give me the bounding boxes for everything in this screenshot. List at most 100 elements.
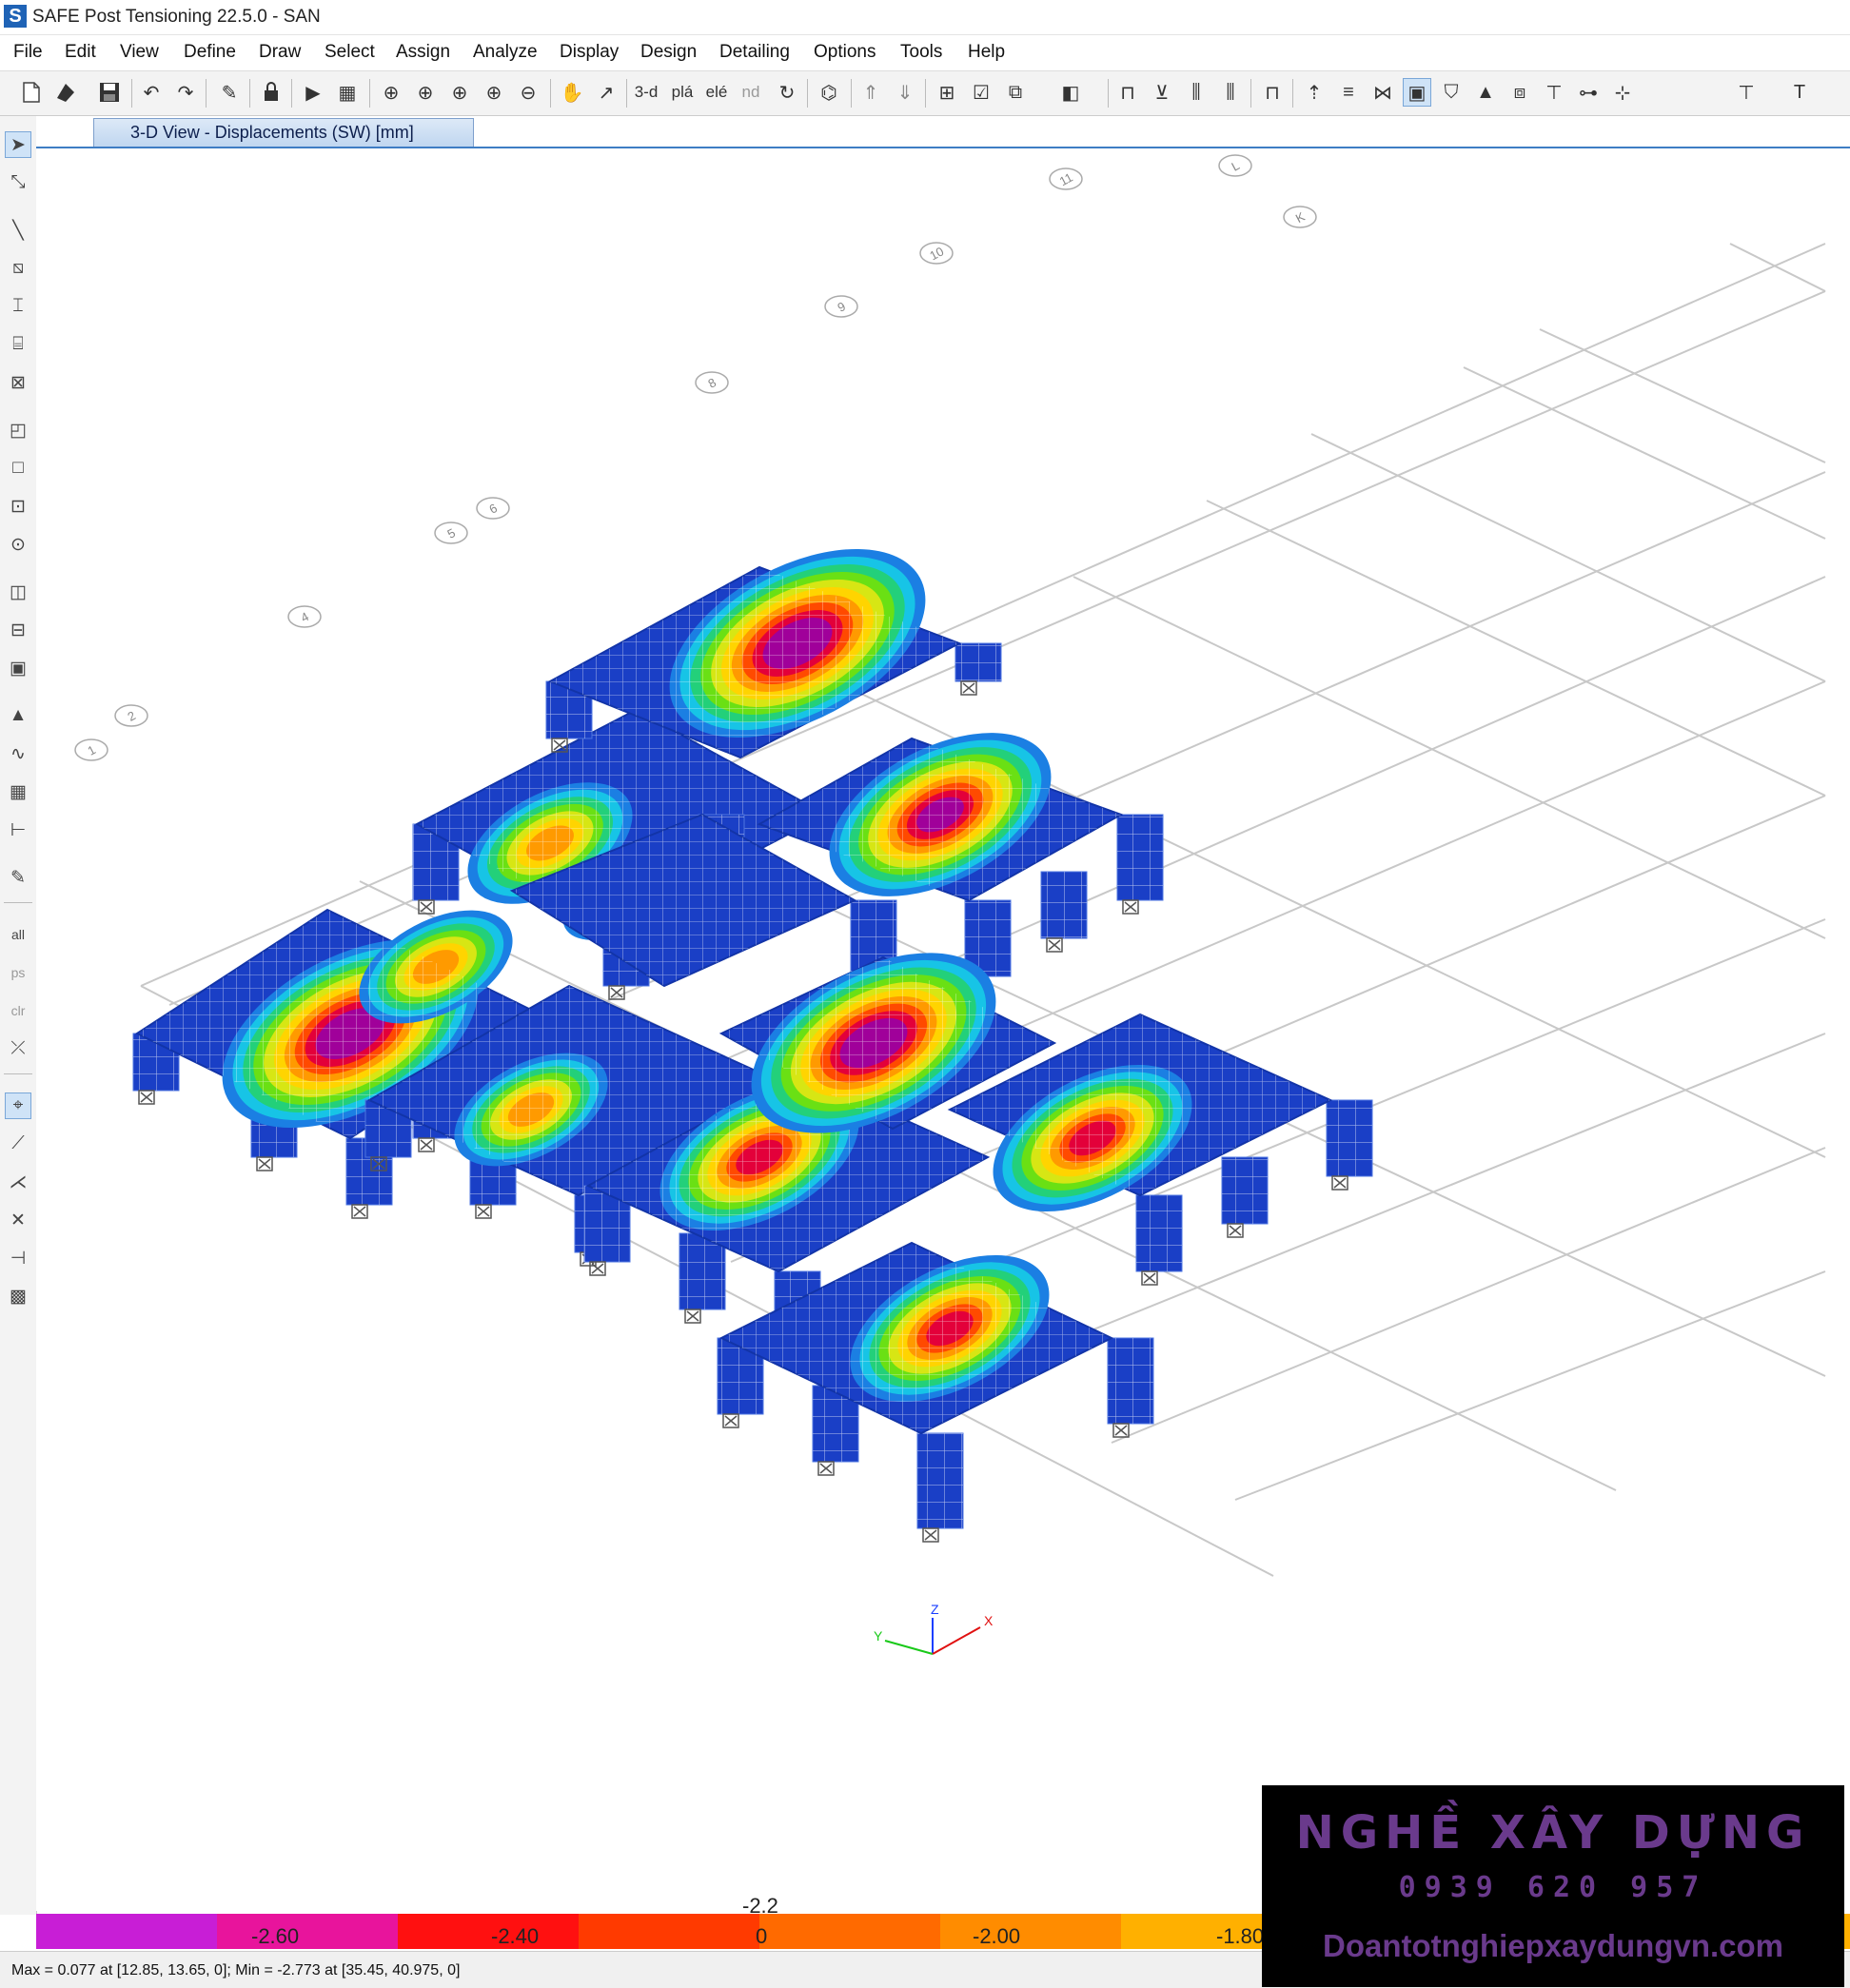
menu-view[interactable]: View [120,42,159,63]
table-icon[interactable]: ⊹ [1608,78,1637,107]
3d-view-icon[interactable]: 3-d [632,78,660,107]
draw-opening-icon[interactable]: ⊙ [5,531,31,558]
snap-intersection-icon[interactable]: ⋌ [5,1169,31,1195]
refresh-icon[interactable]: ✎ [215,78,244,107]
save-icon[interactable] [95,78,124,107]
watermark-phone: 0939 620 957 [1398,1871,1708,1904]
menu-assign[interactable]: Assign [396,42,450,63]
draw-support-icon[interactable]: ▲ [5,702,31,729]
shell-icon[interactable]: ▣ [1403,78,1431,107]
legend-swatch-1 [36,1914,217,1949]
open-icon[interactable] [51,78,80,107]
snap-line-icon[interactable]: ⟋ [5,1131,31,1157]
beam-icon[interactable]: ⋈ [1368,78,1397,107]
draw-column-icon[interactable]: ◫ [5,579,31,605]
column-shape-icon[interactable]: ⊤ [1732,78,1761,107]
menu-edit[interactable]: Edit [65,42,96,63]
menu-display[interactable]: Display [560,42,619,63]
clear-selection-icon[interactable]: clr [5,997,31,1024]
rotate-icon[interactable]: ↻ [773,78,801,107]
draw-wall-icon[interactable]: ⌸ [5,331,31,358]
svg-text:X: X [984,1613,994,1628]
draw-dimension-icon[interactable]: ⊢ [5,817,31,843]
draw-line-icon[interactable]: ╲ [5,217,31,244]
menu-file[interactable]: File [13,42,43,63]
glasses-icon[interactable]: ⌬ [815,78,843,107]
menu-design[interactable]: Design [640,42,697,63]
legend-tick-1: -2.60 [251,1924,300,1948]
menu-define[interactable]: Define [184,42,236,63]
elevation-view-icon[interactable]: elé [702,78,731,107]
select-previous-icon[interactable]: ps [5,959,31,986]
set-display-icon[interactable]: ☑ [967,78,995,107]
menu-draw[interactable]: Draw [259,42,301,63]
menu-detailing[interactable]: Detailing [719,42,790,63]
reshape-icon[interactable]: ⤡ [5,169,31,196]
move-down-icon[interactable]: ⇓ [891,78,919,107]
draw-area-icon[interactable]: ◰ [5,417,31,443]
menu-select[interactable]: Select [325,42,375,63]
design-icon[interactable]: ⊶ [1574,78,1603,107]
draw-tendon-icon[interactable]: ∿ [5,740,31,767]
lock-icon[interactable] [257,78,285,107]
tab-3d-view[interactable]: 3-D View - Displacements (SW) [mm] [93,118,474,147]
tendon-icon[interactable]: ⫼ [1216,78,1245,107]
draw-beam-window-icon[interactable]: ⌶ [5,293,31,320]
main-toolbar: ↶ ↷ ✎ ▶ ▦ ⊕ ⊕ ⊕ ⊕ ⊖ ✋ ↗ 3-d plá elé nd ↻… [0,70,1850,116]
snap-perpendicular-icon[interactable]: ✕ [5,1207,31,1233]
object-shrink-icon[interactable]: ⊞ [933,78,961,107]
pointer-icon[interactable]: ↗ [592,78,620,107]
draw-beam-icon[interactable]: ⧅ [5,255,31,282]
menu-options[interactable]: Options [814,42,876,63]
grid-bubble-9: 9 [824,295,858,318]
load-arrow-icon[interactable]: ⇡ [1300,78,1328,107]
legend-tick-2: -2.40 [491,1924,540,1948]
snap-grid-icon[interactable]: ▩ [5,1283,31,1309]
supports-icon[interactable]: ⊻ [1148,78,1176,107]
pan-icon[interactable]: ✋ [558,78,586,107]
watermark-title: NGHỀ XÂY DỰNG [1295,1806,1811,1860]
column-icon[interactable]: ⊓ [1258,78,1287,107]
object-fill-icon[interactable]: ◧ [1056,78,1085,107]
undo-icon[interactable]: ↶ [137,78,166,107]
select-pointer-icon[interactable]: ➤ [5,131,31,158]
forces-icon[interactable]: ⧈ [1506,78,1534,107]
menu-tools[interactable]: Tools [900,42,942,63]
deformed-icon[interactable]: ⛉ [1437,78,1466,107]
select-all-icon[interactable]: all [5,921,31,948]
new-file-icon[interactable] [17,78,46,107]
view-options-icon[interactable]: ⧉ [1001,78,1030,107]
move-up-icon[interactable]: ⇑ [856,78,885,107]
strip-icon[interactable]: ⫼ [1182,78,1210,107]
zoom-in-icon[interactable]: ⊕ [480,78,508,107]
frame-icon[interactable]: ⊓ [1113,78,1142,107]
intersecting-line-icon[interactable]: ⤫ [5,1035,31,1062]
draw-rectangle-icon[interactable]: □ [5,455,31,482]
model-viewport[interactable]: 1245689101112LK Z Y X [36,148,1850,1911]
stress-icon[interactable]: ⊤ [1540,78,1568,107]
grid-bubble-6: 6 [476,497,510,520]
watermark-url: Doantotnghiepxaydungvn.com [1322,1928,1783,1963]
nd-view-icon[interactable]: nd [737,78,765,107]
draw-drop-icon[interactable]: ⊟ [5,617,31,643]
zoom-window-icon[interactable]: ⊕ [377,78,405,107]
snap-middle-icon[interactable]: ⊣ [5,1245,31,1271]
draw-rectangle-window-icon[interactable]: ⊡ [5,493,31,520]
zoom-previous-icon[interactable]: ⊕ [445,78,474,107]
draw-mesh-icon[interactable]: ▦ [5,778,31,805]
snap-point-icon[interactable]: ⌖ [5,1092,31,1119]
redo-icon[interactable]: ↷ [171,78,200,107]
display-results-icon[interactable]: ▦ [333,78,362,107]
run-analysis-icon[interactable]: ▶ [299,78,327,107]
draw-pencil-icon[interactable]: ✎ [5,864,31,891]
zoom-out-icon[interactable]: ⊖ [514,78,542,107]
draw-point-icon[interactable]: ▣ [5,655,31,681]
menu-help[interactable]: Help [968,42,1005,63]
menu-analyze[interactable]: Analyze [473,42,538,63]
zoom-restore-icon[interactable]: ⊕ [411,78,440,107]
beam-shape-icon[interactable]: T [1785,78,1814,107]
slab-icon[interactable]: ≡ [1334,78,1363,107]
draw-cross-icon[interactable]: ⊠ [5,369,31,396]
reactions-icon[interactable]: ▲ [1471,78,1500,107]
plan-view-icon[interactable]: plá [668,78,697,107]
